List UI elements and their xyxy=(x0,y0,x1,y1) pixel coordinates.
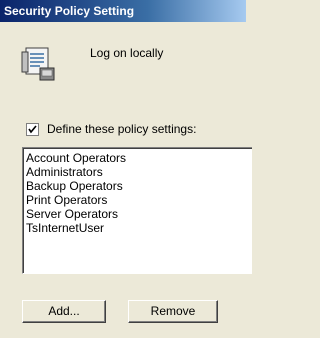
define-policy-label: Define these policy settings: xyxy=(47,122,197,136)
security-policy-dialog: Security Policy Setting Log on locally D… xyxy=(0,0,252,338)
remove-button[interactable]: Remove xyxy=(128,300,218,323)
list-item[interactable]: TsInternetUser xyxy=(26,221,252,235)
define-policy-checkbox[interactable] xyxy=(26,122,39,136)
define-policy-checkbox-row[interactable]: Define these policy settings: xyxy=(26,122,196,136)
list-item[interactable]: Administrators xyxy=(26,165,252,179)
title-bar[interactable]: Security Policy Setting xyxy=(0,0,246,22)
add-button[interactable]: Add... xyxy=(22,300,106,323)
list-item[interactable]: Backup Operators xyxy=(26,179,252,193)
groups-listbox[interactable]: Account Operators Administrators Backup … xyxy=(22,147,252,274)
checkmark-icon xyxy=(28,124,37,133)
list-item[interactable]: Server Operators xyxy=(26,207,252,221)
list-item[interactable]: Print Operators xyxy=(26,193,252,207)
window-title: Security Policy Setting xyxy=(4,4,135,18)
policy-document-icon xyxy=(20,46,56,82)
policy-name: Log on locally xyxy=(90,46,164,60)
list-item[interactable]: Account Operators xyxy=(26,151,252,165)
